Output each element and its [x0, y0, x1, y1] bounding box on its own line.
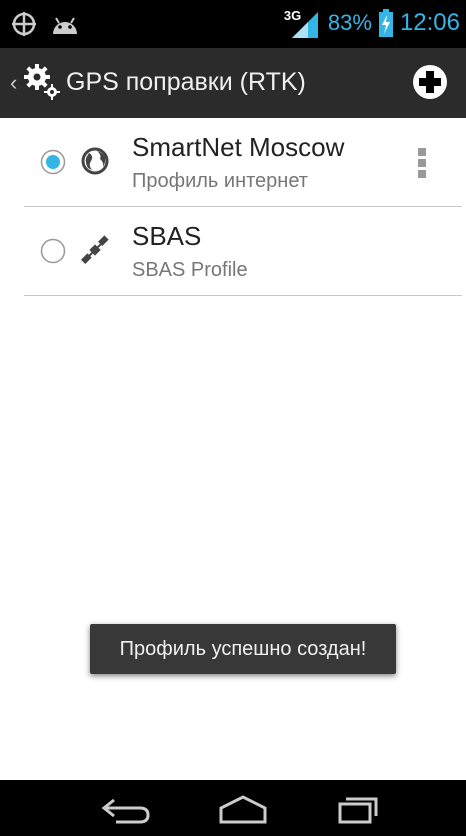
up-button[interactable]: ‹: [0, 48, 62, 118]
toast-message: Профиль успешно создан!: [90, 624, 396, 674]
status-bar: 3G 83% 12:06: [0, 0, 466, 48]
profile-name: SBAS: [132, 221, 202, 251]
add-icon[interactable]: [412, 64, 448, 100]
home-icon[interactable]: [218, 794, 268, 824]
page-title: GPS поправки (RTK): [66, 68, 306, 96]
navigation-bar: [0, 780, 466, 836]
profile-subtitle: Профиль интернет: [132, 170, 308, 192]
signal-indicator: 3G: [284, 8, 318, 38]
profile-subtitle: SBAS Profile: [132, 259, 248, 281]
signal-icon: [291, 12, 318, 38]
clock: 12:06: [399, 9, 460, 36]
back-icon[interactable]: [100, 794, 152, 824]
globe-icon: [81, 147, 109, 175]
profile-list: SmartNet Moscow Профиль интернет SBAS SB…: [24, 118, 462, 296]
gps-icon: [12, 12, 36, 36]
radio-unselected-icon[interactable]: [40, 238, 66, 264]
gear-icon: [24, 64, 60, 100]
radio-selected-icon[interactable]: [40, 149, 66, 175]
overflow-menu-icon[interactable]: [418, 148, 426, 178]
battery-percent: 83%: [327, 10, 372, 35]
satellite-icon: [81, 235, 109, 264]
action-bar: ‹ GPS поправки (RTK): [0, 48, 466, 118]
chevron-left-icon: ‹: [10, 70, 18, 95]
profile-name: SmartNet Moscow: [132, 132, 345, 162]
recent-apps-icon[interactable]: [336, 794, 382, 824]
battery-icon: [378, 9, 393, 37]
list-item[interactable]: SBAS SBAS Profile: [24, 207, 462, 296]
list-item[interactable]: SmartNet Moscow Профиль интернет: [24, 118, 462, 207]
android-icon: [53, 17, 77, 34]
